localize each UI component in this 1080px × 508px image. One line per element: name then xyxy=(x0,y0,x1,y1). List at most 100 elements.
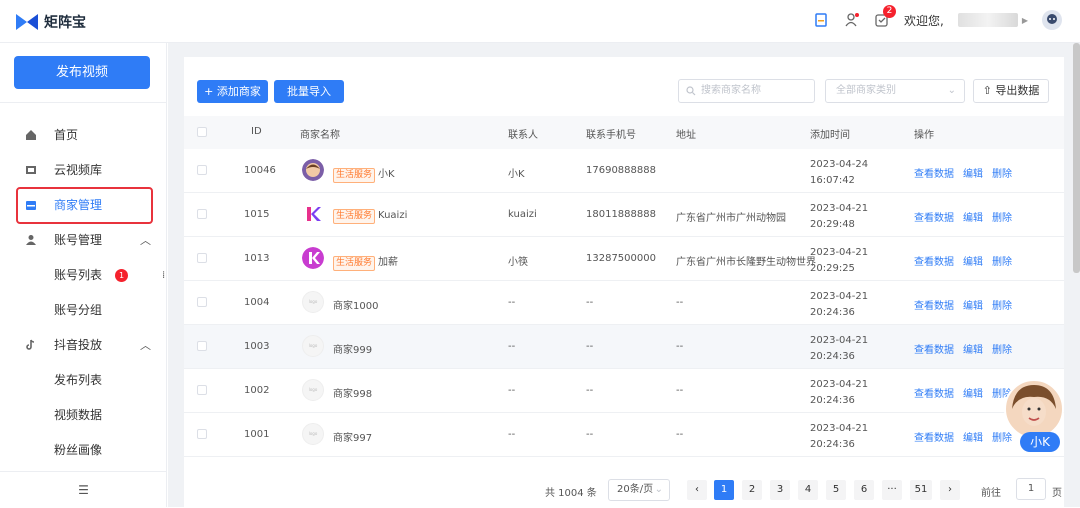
delete-link[interactable]: 删除 xyxy=(992,257,1012,268)
cell-address: -- xyxy=(676,385,684,396)
page-button[interactable]: 6 xyxy=(854,480,874,500)
row-checkbox[interactable] xyxy=(197,297,207,307)
sidebar-item-home[interactable]: 首页 xyxy=(0,117,167,152)
row-checkbox[interactable] xyxy=(197,209,207,219)
sidebar-item-merchant-management[interactable]: 商家管理 xyxy=(0,187,167,224)
edit-link[interactable]: 编辑 xyxy=(963,389,983,400)
added-date: 2023-04-21 xyxy=(810,379,869,390)
user-alert-icon[interactable] xyxy=(844,12,860,28)
added-time: 20:24:36 xyxy=(810,395,855,406)
row-checkbox[interactable] xyxy=(197,165,207,175)
add-merchant-button[interactable]: + 添加商家 xyxy=(197,80,268,103)
batch-import-button[interactable]: 批量导入 xyxy=(274,80,344,103)
count-badge: 1 xyxy=(115,269,128,282)
cell-address: -- xyxy=(676,341,684,352)
view-data-link[interactable]: 查看数据 xyxy=(914,301,954,312)
sidebar-item-publish-list[interactable]: 发布列表 xyxy=(0,362,167,397)
cell-name: 商家997 xyxy=(333,429,372,444)
sidebar-item-label: 粉丝画像 xyxy=(54,443,103,457)
table-row[interactable]: 1015 生活服务 Kuaizi kuaizi 18011888888 广东省广州市广州动… xyxy=(184,193,1064,237)
cell-added-time: 2023-04-21 20:29:25 xyxy=(810,245,868,277)
document-icon[interactable] xyxy=(814,12,830,28)
edit-link[interactable]: 编辑 xyxy=(963,433,983,444)
row-checkbox[interactable] xyxy=(197,253,207,263)
sidebar-item-account-management[interactable]: 账号管理 ︿ xyxy=(0,222,167,257)
assistant-widget[interactable]: 小K xyxy=(1004,379,1064,454)
view-data-link[interactable]: 查看数据 xyxy=(914,433,954,444)
page-button[interactable]: 5 xyxy=(826,480,846,500)
table-row[interactable]: 1002 logo 商家998 -- -- -- 2023-04-21 20:24:36 查看数… xyxy=(184,369,1064,413)
robot-avatar-icon[interactable] xyxy=(1042,10,1062,30)
publish-video-button[interactable]: 发布视频 xyxy=(14,56,150,89)
sidebar-item-video-data[interactable]: 视频数据 xyxy=(0,397,167,432)
cell-actions: 查看数据 编辑 删除 xyxy=(914,297,1021,312)
category-select[interactable]: 全部商家类别 ⌄ xyxy=(825,79,965,103)
edit-link[interactable]: 编辑 xyxy=(963,213,983,224)
scrollbar[interactable] xyxy=(1073,43,1080,273)
view-data-link[interactable]: 查看数据 xyxy=(914,389,954,400)
th-address: 地址 xyxy=(676,130,696,141)
page-button[interactable]: 1 xyxy=(714,480,734,500)
delete-link[interactable]: 删除 xyxy=(992,301,1012,312)
main-content: + 添加商家 批量导入 搜索商家名称 全部商家类别 ⌄ ⇧ 导出数据 ID 商家… xyxy=(168,43,1080,507)
row-checkbox[interactable] xyxy=(197,341,207,351)
cell-actions: 查看数据 编辑 删除 xyxy=(914,165,1021,180)
edit-link[interactable]: 编辑 xyxy=(963,169,983,180)
page-button[interactable]: 51 xyxy=(910,480,932,500)
select-all-checkbox[interactable] xyxy=(197,127,207,137)
page-button[interactable]: ··· xyxy=(882,480,902,500)
row-checkbox[interactable] xyxy=(197,429,207,439)
delete-link[interactable]: 删除 xyxy=(992,345,1012,356)
drag-handle-icon[interactable]: ⁞ xyxy=(162,270,165,281)
sidebar-item-douyin-ads[interactable]: 抖音投放 ︿ xyxy=(0,327,167,362)
sidebar: 发布视频 首页 云视频库 商家管理 账号管理 ︿ 账号列表 1 账号分组 抖音投… xyxy=(0,43,167,507)
page-button[interactable]: 4 xyxy=(798,480,818,500)
collapse-sidebar-button[interactable]: ☰ xyxy=(0,471,167,507)
search-input[interactable]: 搜索商家名称 xyxy=(678,79,815,103)
table-row[interactable]: 10046 生活服务 小K 小K 17690888888 2023-04-24 16:07:… xyxy=(184,149,1064,193)
total-count: 共 1004 条 xyxy=(545,488,597,499)
view-data-link[interactable]: 查看数据 xyxy=(914,257,954,268)
page-size-select[interactable]: 20条/页 ⌄ xyxy=(608,479,670,501)
page-button[interactable]: 3 xyxy=(770,480,790,500)
cell-actions: 查看数据 编辑 删除 xyxy=(914,253,1021,268)
merchant-name: 加薪 xyxy=(378,257,399,268)
prev-page-button[interactable]: ‹ xyxy=(687,480,707,500)
table-row[interactable]: 1001 logo 商家997 -- -- -- 2023-04-21 20:24:36 查看数… xyxy=(184,413,1064,457)
delete-link[interactable]: 删除 xyxy=(992,213,1012,224)
caret-right-icon[interactable]: ▶ xyxy=(1022,16,1028,25)
cell-id: 1004 xyxy=(244,297,270,308)
added-time: 20:24:36 xyxy=(810,307,855,318)
cell-name: 生活服务 Kuaizi xyxy=(333,209,407,224)
category-tag: 生活服务 xyxy=(333,256,376,271)
added-date: 2023-04-21 xyxy=(810,247,869,258)
table-row[interactable]: 1004 logo 商家1000 -- -- -- 2023-04-21 20:24:36 查看… xyxy=(184,281,1064,325)
app-logo[interactable]: 矩阵宝 xyxy=(16,12,86,32)
cell-added-time: 2023-04-21 20:24:36 xyxy=(810,289,868,321)
edit-link[interactable]: 编辑 xyxy=(963,345,983,356)
view-data-link[interactable]: 查看数据 xyxy=(914,213,954,224)
page-size-value: 20条/页 xyxy=(617,484,654,495)
task-icon[interactable]: 2 xyxy=(874,5,897,28)
goto-page-input[interactable]: 1 xyxy=(1016,478,1046,500)
added-time: 20:24:36 xyxy=(810,439,855,450)
sidebar-item-video-library[interactable]: 云视频库 xyxy=(0,152,167,187)
added-time: 20:29:25 xyxy=(810,263,855,274)
sidebar-item-account-group[interactable]: 账号分组 xyxy=(0,292,167,327)
username-redacted xyxy=(957,13,1018,27)
notification-badge: 2 xyxy=(883,5,897,18)
edit-link[interactable]: 编辑 xyxy=(963,257,983,268)
view-data-link[interactable]: 查看数据 xyxy=(914,345,954,356)
table-row[interactable]: 1003 logo 商家999 -- -- -- 2023-04-21 20:24:36 查看数… xyxy=(184,325,1064,369)
upload-icon: ⇧ xyxy=(982,84,992,97)
next-page-button[interactable]: › xyxy=(940,480,960,500)
page-button[interactable]: 2 xyxy=(742,480,762,500)
view-data-link[interactable]: 查看数据 xyxy=(914,169,954,180)
delete-link[interactable]: 删除 xyxy=(992,169,1012,180)
table-row[interactable]: 1013 生活服务 加薪 小筷 13287500000 广东省广州市长隆野生动物世界 202… xyxy=(184,237,1064,281)
sidebar-item-account-list[interactable]: 账号列表 1 xyxy=(0,257,167,292)
row-checkbox[interactable] xyxy=(197,385,207,395)
sidebar-item-fan-portrait[interactable]: 粉丝画像 xyxy=(0,432,167,467)
export-data-button[interactable]: ⇧ 导出数据 xyxy=(973,79,1049,103)
edit-link[interactable]: 编辑 xyxy=(963,301,983,312)
